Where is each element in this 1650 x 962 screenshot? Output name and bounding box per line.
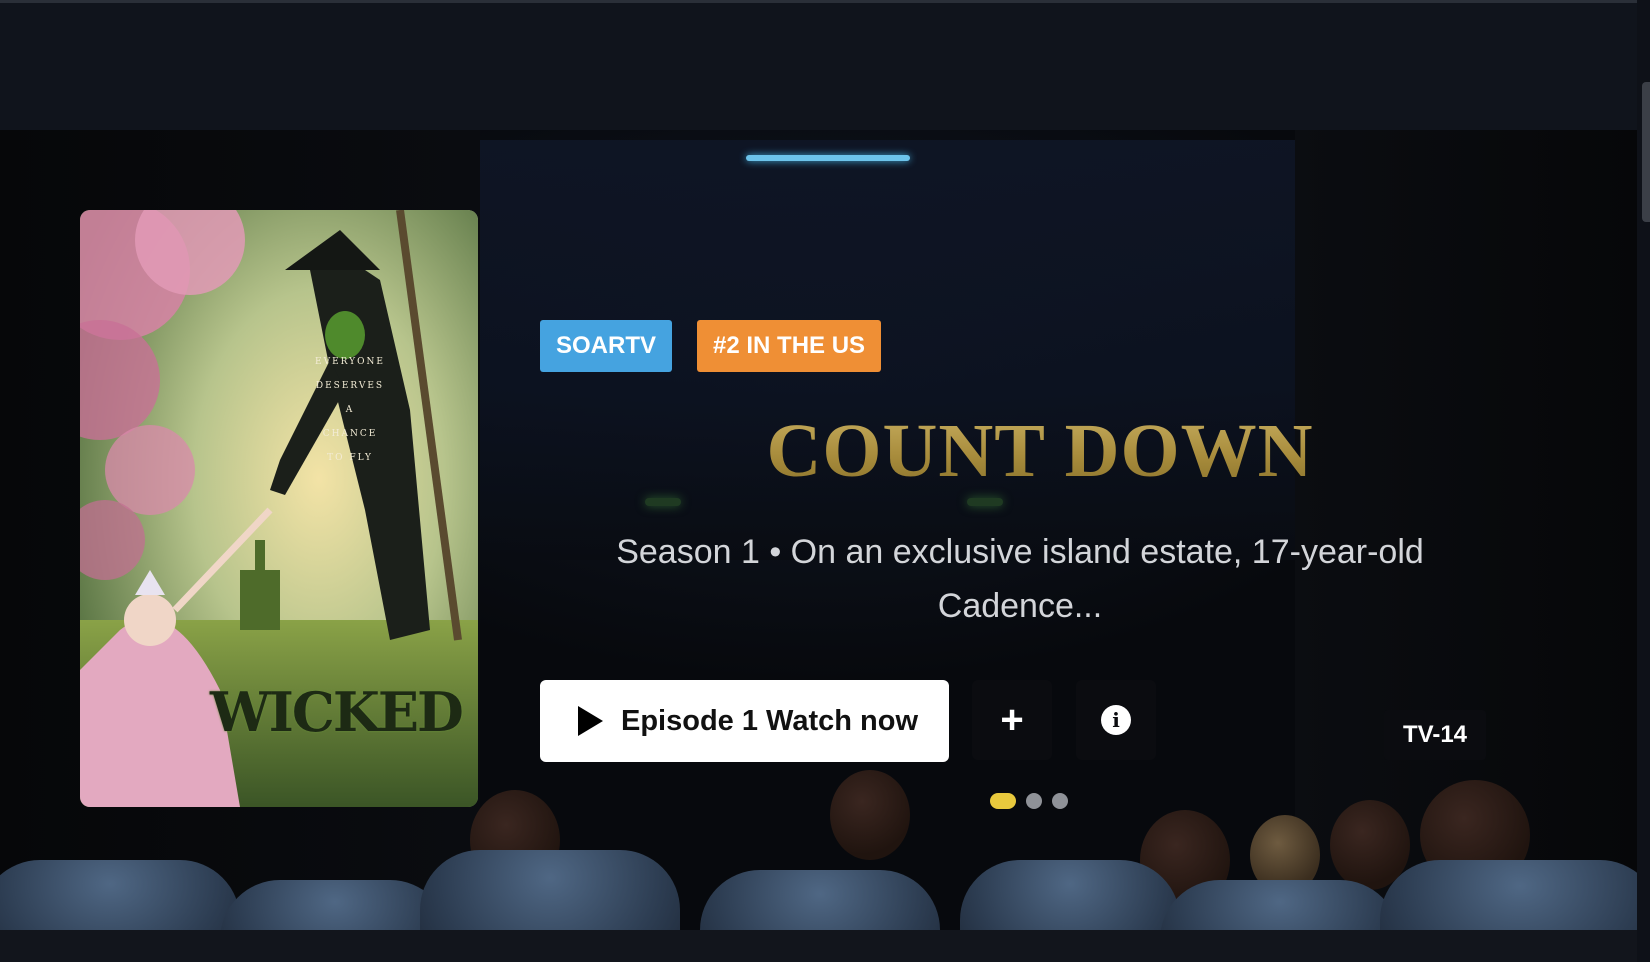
seat bbox=[700, 870, 940, 930]
window-scroll-thumb[interactable] bbox=[1642, 82, 1650, 222]
carousel-dot-1[interactable] bbox=[990, 793, 1016, 809]
poster-tagline: EVERYONE DESERVES A CHANCE TO FLY bbox=[315, 357, 385, 463]
seat bbox=[1380, 860, 1637, 930]
more-info-button[interactable]: i bbox=[1076, 680, 1156, 760]
carousel-dots bbox=[990, 793, 1068, 809]
play-icon bbox=[578, 706, 603, 736]
bottom-bar bbox=[0, 930, 1637, 962]
seat bbox=[220, 880, 450, 930]
seat bbox=[0, 860, 240, 930]
seat bbox=[1160, 880, 1400, 930]
plus-icon: + bbox=[1000, 697, 1024, 742]
show-description: Season 1 • On an exclusive island estate… bbox=[616, 533, 1424, 625]
seat bbox=[960, 860, 1180, 930]
exit-light bbox=[967, 498, 1003, 506]
ranking-badge: #2 IN THE US bbox=[697, 320, 882, 372]
carousel-dot-2[interactable] bbox=[1026, 793, 1042, 809]
show-title: COUNT DOWN bbox=[700, 408, 1380, 495]
info-icon: i bbox=[1101, 705, 1131, 735]
age-rating-badge: TV-14 bbox=[1384, 710, 1486, 760]
exit-light bbox=[645, 498, 681, 506]
add-to-list-button[interactable]: + bbox=[972, 680, 1052, 760]
top-bar bbox=[0, 0, 1637, 130]
poster-image[interactable]: EVERYONE DESERVES A CHANCE TO FLY WICKED bbox=[80, 210, 478, 807]
poster-title: WICKED bbox=[210, 680, 464, 744]
watch-now-button[interactable]: Episode 1 Watch now bbox=[540, 680, 949, 762]
provider-badge: SOARTV bbox=[540, 320, 673, 372]
watch-now-label: Episode 1 Watch now bbox=[621, 704, 919, 737]
carousel-dot-3[interactable] bbox=[1052, 793, 1068, 809]
slide-progress-indicator bbox=[746, 155, 910, 161]
audience-head bbox=[830, 770, 910, 860]
seat bbox=[420, 850, 680, 930]
